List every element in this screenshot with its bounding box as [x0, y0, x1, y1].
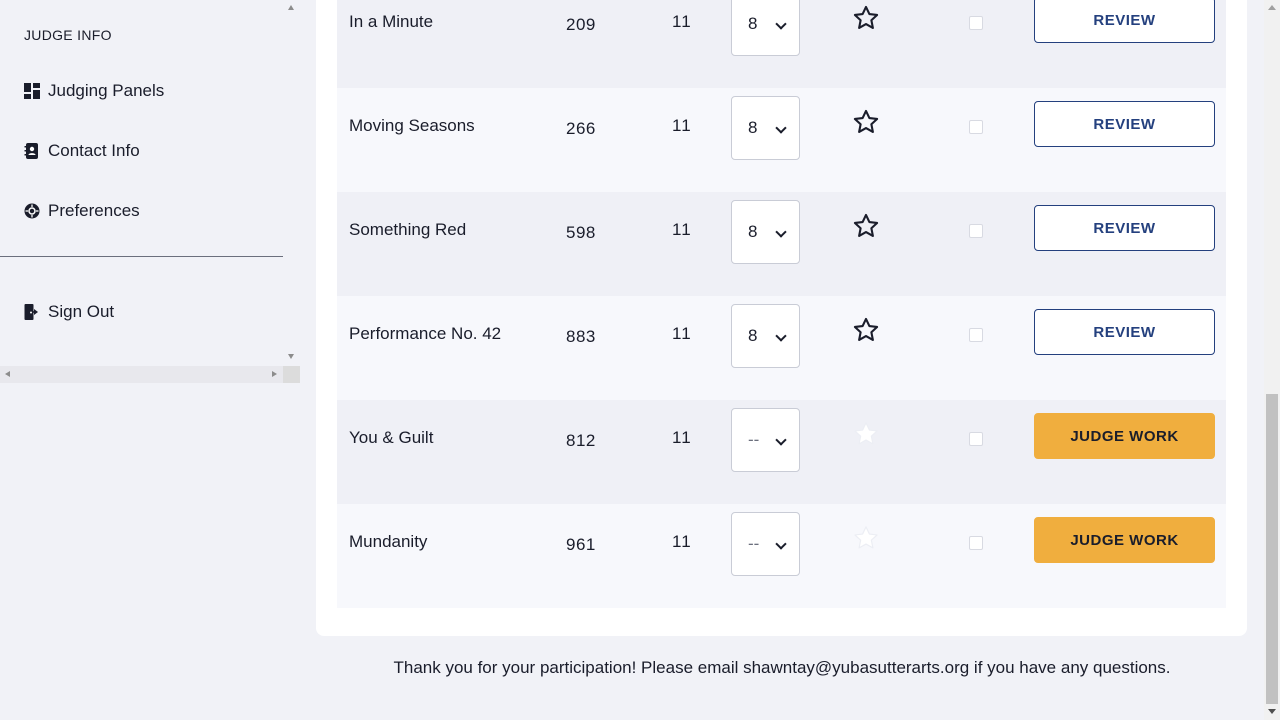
sidebar-item-label: Preferences	[48, 201, 140, 220]
table-row: Moving Seasons 266 11 8 REVIEW	[337, 88, 1226, 192]
contact-book-icon	[24, 143, 40, 159]
score-select-value: --	[748, 534, 760, 553]
entry-checkbox[interactable]	[969, 432, 983, 446]
star-icon[interactable]	[852, 524, 880, 552]
score-select[interactable]: 8	[731, 96, 800, 160]
entry-title: Mundanity	[349, 532, 428, 551]
star-icon[interactable]	[852, 4, 880, 32]
sidebar-divider	[0, 256, 283, 257]
chevron-down-icon	[775, 226, 787, 238]
sidebar-horizontal-scrollbar[interactable]	[0, 366, 283, 383]
entry-title: Moving Seasons	[349, 116, 475, 135]
score-select[interactable]: --	[731, 408, 800, 472]
entry-checkbox[interactable]	[969, 536, 983, 550]
main-content: In a Minute 209 11 8 REVIEW Moving Seaso…	[300, 0, 1264, 720]
scroll-right-arrow-icon[interactable]	[272, 371, 277, 377]
review-button[interactable]: REVIEW	[1034, 309, 1215, 355]
score-select-value: 8	[748, 326, 758, 345]
entry-category-number: 11	[672, 428, 692, 447]
entry-checkbox[interactable]	[969, 16, 983, 30]
sidebar-item-label: Sign Out	[48, 302, 115, 321]
entry-category-number: 11	[672, 324, 692, 343]
entry-id: 812	[566, 431, 596, 450]
entry-title: Performance No. 42	[349, 324, 502, 343]
sidebar-item-label: Contact Info	[48, 141, 140, 160]
chevron-down-icon	[775, 122, 787, 134]
entry-category-number: 11	[672, 532, 692, 551]
score-select-value: 8	[748, 14, 758, 33]
table-row: In a Minute 209 11 8 REVIEW	[337, 0, 1226, 88]
entry-checkbox[interactable]	[969, 224, 983, 238]
judge-work-button[interactable]: JUDGE WORK	[1034, 413, 1215, 459]
table-row: Something Red 598 11 8 REVIEW	[337, 192, 1226, 296]
entry-checkbox[interactable]	[969, 328, 983, 342]
entry-id: 883	[566, 327, 596, 346]
table-row: Performance No. 42 883 11 8 REVIEW	[337, 296, 1226, 400]
entry-id: 266	[566, 119, 596, 138]
entry-category-number: 11	[672, 220, 692, 239]
sign-out-icon	[24, 304, 40, 320]
chevron-down-icon	[775, 330, 787, 342]
scrollbar-thumb[interactable]	[1266, 394, 1278, 704]
scroll-up-arrow-icon[interactable]	[1268, 5, 1276, 10]
entry-title: In a Minute	[349, 12, 434, 31]
table-row: You & Guilt 812 11 -- JUDGE WORK	[337, 400, 1226, 504]
sidebar-item-sign-out[interactable]: Sign Out	[24, 302, 114, 322]
scrollbar-corner	[283, 366, 300, 383]
entry-category-number: 11	[672, 116, 692, 135]
entry-checkbox[interactable]	[969, 120, 983, 134]
scroll-down-arrow-icon[interactable]	[288, 354, 294, 359]
scroll-up-arrow-icon[interactable]	[288, 5, 294, 10]
star-icon[interactable]	[852, 420, 880, 448]
chevron-down-icon	[775, 538, 787, 550]
chevron-down-icon	[775, 434, 787, 446]
entry-id: 209	[566, 15, 596, 34]
star-icon[interactable]	[852, 108, 880, 136]
sidebar-item-preferences[interactable]: Preferences	[24, 201, 140, 221]
sidebar-item-label: Judging Panels	[48, 81, 165, 100]
entry-title: Something Red	[349, 220, 467, 239]
scroll-down-arrow-icon[interactable]	[1268, 709, 1276, 714]
gear-icon	[24, 203, 40, 219]
star-icon[interactable]	[852, 212, 880, 240]
entry-id: 598	[566, 223, 596, 242]
score-select[interactable]: 8	[731, 200, 800, 264]
sidebar-item-judging-panels[interactable]: Judging Panels	[24, 81, 164, 101]
section-label-judge-info: JUDGE INFO	[24, 27, 112, 43]
page-vertical-scrollbar[interactable]	[1264, 0, 1280, 720]
entry-title: You & Guilt	[349, 428, 434, 447]
table-row: Mundanity 961 11 -- JUDGE WORK	[337, 504, 1226, 608]
score-select[interactable]: 8	[731, 0, 800, 56]
sidebar: JUDGE INFO Judging Panels Contact Info P…	[0, 0, 300, 720]
sidebar-vertical-scrollbar[interactable]	[283, 0, 300, 366]
chevron-down-icon	[775, 18, 787, 30]
entry-id: 961	[566, 535, 596, 554]
footer-message: Thank you for your participation! Please…	[393, 658, 1171, 677]
star-icon[interactable]	[852, 316, 880, 344]
sidebar-scroll-area: JUDGE INFO Judging Panels Contact Info P…	[0, 0, 283, 366]
entry-category-number: 11	[672, 12, 692, 31]
score-select-value: --	[748, 430, 760, 449]
dashboard-icon	[24, 83, 40, 99]
judge-work-button[interactable]: JUDGE WORK	[1034, 517, 1215, 563]
review-button[interactable]: REVIEW	[1034, 205, 1215, 251]
score-select[interactable]: 8	[731, 304, 800, 368]
sidebar-item-contact-info[interactable]: Contact Info	[24, 141, 140, 161]
score-select[interactable]: --	[731, 512, 800, 576]
review-button[interactable]: REVIEW	[1034, 101, 1215, 147]
score-select-value: 8	[748, 222, 758, 241]
review-button[interactable]: REVIEW	[1034, 0, 1215, 43]
scroll-left-arrow-icon[interactable]	[5, 371, 10, 377]
score-select-value: 8	[748, 118, 758, 137]
